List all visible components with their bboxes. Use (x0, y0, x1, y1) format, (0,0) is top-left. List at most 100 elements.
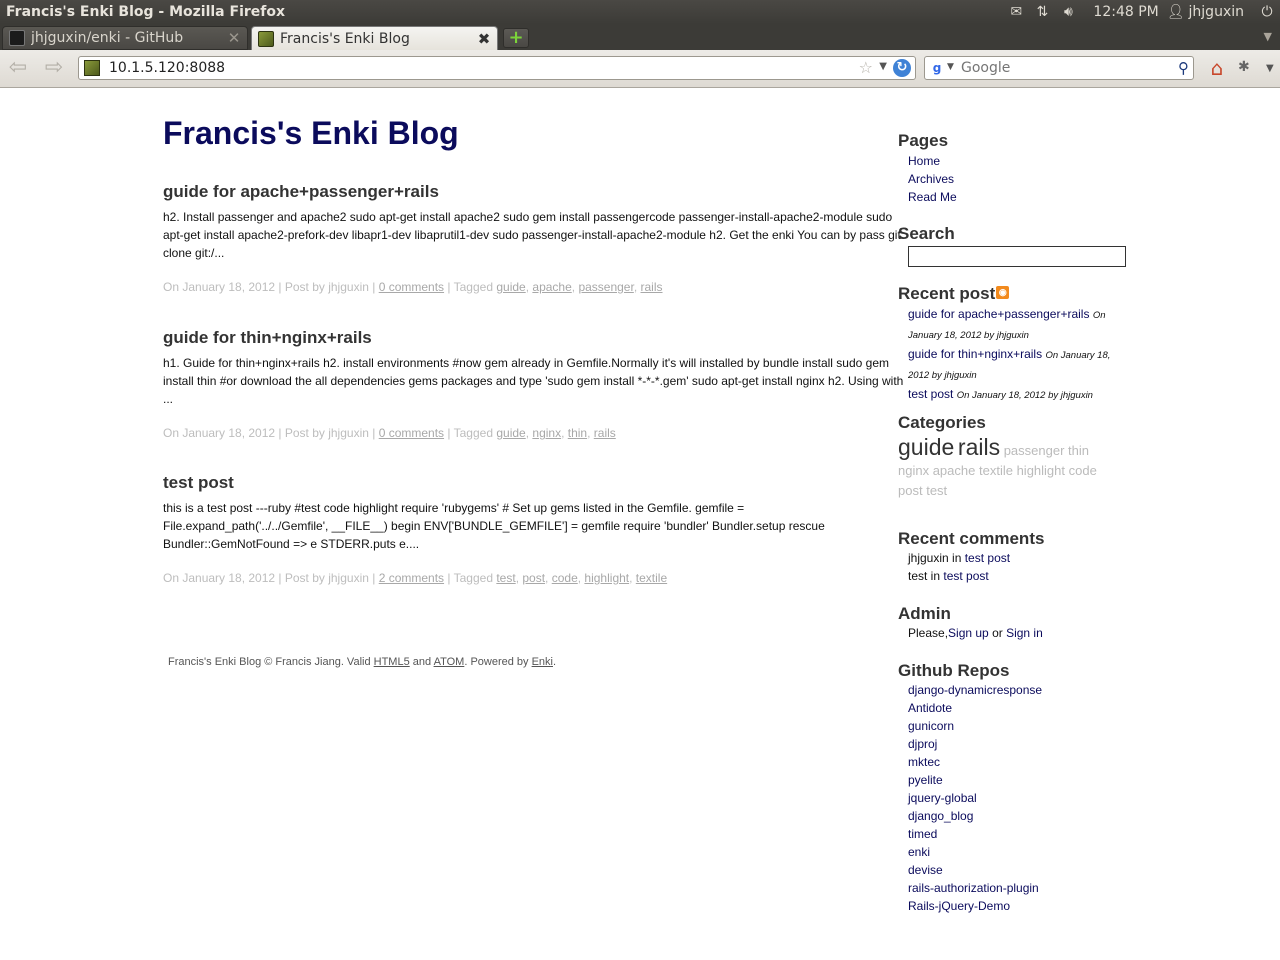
engine-dropdown-icon[interactable]: ▼ (947, 62, 954, 72)
tab-label: jhjguxin/enki - GitHub (31, 30, 184, 46)
tag-link[interactable]: passenger (1004, 443, 1065, 458)
post-title[interactable]: guide for apache+passenger+rails (163, 182, 911, 202)
address-bar[interactable]: 10.1.5.120:8088 ☆ ▼ ↻ (78, 56, 916, 80)
user-menu[interactable]: 👤︎ jhjguxin (1167, 0, 1254, 24)
addon-icon[interactable]: ✱ (1238, 59, 1250, 75)
volume-icon[interactable]: 🔊︎ (1055, 0, 1081, 24)
tag-link[interactable]: rails (641, 280, 663, 294)
tag-link[interactable]: code (552, 571, 578, 585)
bookmark-star-icon[interactable]: ☆ (859, 58, 873, 77)
categories-heading: Categories (898, 413, 986, 432)
user-name: jhjguxin (1188, 4, 1244, 20)
tab-enki-blog[interactable]: Francis's Enki Blog ✖ (251, 26, 498, 50)
repo-link[interactable]: enki (908, 845, 930, 859)
recent-post-link[interactable]: guide for apache+passenger+rails (908, 307, 1089, 321)
close-tab-icon[interactable]: ✖ (475, 30, 493, 48)
close-tab-icon[interactable]: ✕ (225, 29, 243, 47)
post-meta: On January 18, 2012 | Post by jhjguxin |… (163, 280, 663, 294)
list-all-tabs-icon[interactable]: ▼ (1264, 30, 1272, 43)
tag-link[interactable]: textile (636, 571, 667, 585)
tag-link[interactable]: apache (532, 280, 571, 294)
page-link-readme[interactable]: Read Me (908, 190, 957, 204)
footer-text: and (409, 656, 434, 668)
repo-link[interactable]: djproj (908, 737, 937, 751)
back-arrow-icon[interactable]: ⇦ (4, 57, 32, 79)
history-dropdown-icon[interactable]: ▼ (879, 61, 887, 72)
recent-post-link[interactable]: test post (908, 387, 953, 401)
tag-link[interactable]: apache (933, 463, 976, 478)
network-icon[interactable]: ⇅ (1029, 0, 1055, 24)
comments-link[interactable]: 2 comments (379, 571, 444, 585)
home-icon[interactable]: ⌂ (1204, 57, 1230, 81)
power-icon[interactable]: ⏻ (1254, 0, 1280, 24)
repo-link[interactable]: gunicorn (908, 719, 954, 733)
tag-link[interactable]: nginx (898, 463, 929, 478)
post-date-author: On January 18, 2012 | Post by jhjguxin | (163, 426, 379, 440)
comment-post-link[interactable]: test post (943, 569, 988, 583)
tag-link[interactable]: post (898, 483, 923, 498)
recent-post-label: Recent post (898, 284, 996, 303)
tag-link[interactable]: test (926, 483, 947, 498)
tag-link[interactable]: code (1069, 463, 1097, 478)
repo-link[interactable]: django_blog (908, 809, 973, 823)
tag-link[interactable]: post (522, 571, 545, 585)
tag-link[interactable]: highlight (1017, 463, 1065, 478)
recent-post-meta: On January 18, 2012 by jhjguxin (956, 390, 1093, 401)
reload-icon[interactable]: ↻ (893, 59, 911, 77)
tag-link[interactable]: nginx (532, 426, 561, 440)
comment-post-link[interactable]: test post (965, 551, 1010, 565)
comments-link[interactable]: 0 comments (379, 280, 444, 294)
post-title[interactable]: test post (163, 473, 911, 493)
enki-link[interactable]: Enki (532, 656, 553, 668)
repo-link[interactable]: rails-authorization-plugin (908, 881, 1039, 895)
recent-post-link[interactable]: guide for thin+nginx+rails (908, 347, 1042, 361)
html5-link[interactable]: HTML5 (374, 656, 410, 668)
repo-link[interactable]: pyelite (908, 773, 943, 787)
toolbar-menu-icon[interactable]: ▼ (1266, 63, 1274, 74)
url-text[interactable]: 10.1.5.120:8088 (109, 60, 225, 76)
page-link-home[interactable]: Home (908, 154, 940, 168)
repo-link[interactable]: django-dynamicresponse (908, 683, 1042, 697)
repo-link[interactable]: devise (908, 863, 943, 877)
blog-search-input[interactable] (908, 246, 1126, 267)
page-link-archives[interactable]: Archives (908, 172, 954, 186)
search-input[interactable] (961, 59, 1161, 77)
post-title[interactable]: guide for thin+nginx+rails (163, 328, 911, 348)
post-item: test post this is a test post ---ruby #t… (163, 473, 911, 585)
blog-title[interactable]: Francis's Enki Blog (163, 115, 459, 152)
tag-link[interactable]: textile (979, 463, 1013, 478)
post-meta: On January 18, 2012 | Post by jhjguxin |… (163, 571, 668, 585)
repo-link[interactable]: mktec (908, 755, 940, 769)
tag-link[interactable]: guide (898, 434, 954, 460)
tag-link[interactable]: guide (496, 280, 525, 294)
search-icon[interactable]: ⚲ (1178, 59, 1189, 77)
tag-link[interactable]: highlight (584, 571, 629, 585)
comments-link[interactable]: 0 comments (379, 426, 444, 440)
tag-link[interactable]: thin (568, 426, 587, 440)
repo-link[interactable]: timed (908, 827, 937, 841)
new-tab-button[interactable]: + (503, 28, 529, 48)
page-content: Francis's Enki Blog guide for apache+pas… (0, 88, 1280, 960)
recent-post-heading: Recent post ◉ (898, 284, 1010, 304)
sign-in-link[interactable]: Sign in (1006, 626, 1043, 640)
tag-link[interactable]: rails (958, 434, 1000, 460)
repo-link[interactable]: jquery-global (908, 791, 977, 805)
search-bar[interactable]: g ▼ ⚲ (924, 56, 1194, 80)
tag-link[interactable]: thin (1068, 443, 1089, 458)
repo-link[interactable]: Rails-jQuery-Demo (908, 899, 1010, 913)
comment-in-text: in (948, 551, 965, 565)
google-engine-icon[interactable]: g (929, 60, 945, 76)
rss-feed-icon[interactable]: ◉ (996, 286, 1010, 299)
comment-in-text: in (927, 569, 944, 583)
tag-link[interactable]: passenger (578, 280, 633, 294)
tag-link[interactable]: guide (496, 426, 525, 440)
tag-link[interactable]: rails (594, 426, 616, 440)
repo-link[interactable]: Antidote (908, 701, 952, 715)
mail-icon[interactable]: ✉ (1003, 0, 1029, 24)
tab-github[interactable]: jhjguxin/enki - GitHub ✕ (2, 26, 248, 50)
forward-arrow-icon[interactable]: ⇨ (40, 57, 68, 79)
sign-up-link[interactable]: Sign up (948, 626, 989, 640)
atom-link[interactable]: ATOM (434, 656, 465, 668)
tag-link[interactable]: test (496, 571, 515, 585)
clock[interactable]: 12:48 PM (1081, 0, 1166, 24)
